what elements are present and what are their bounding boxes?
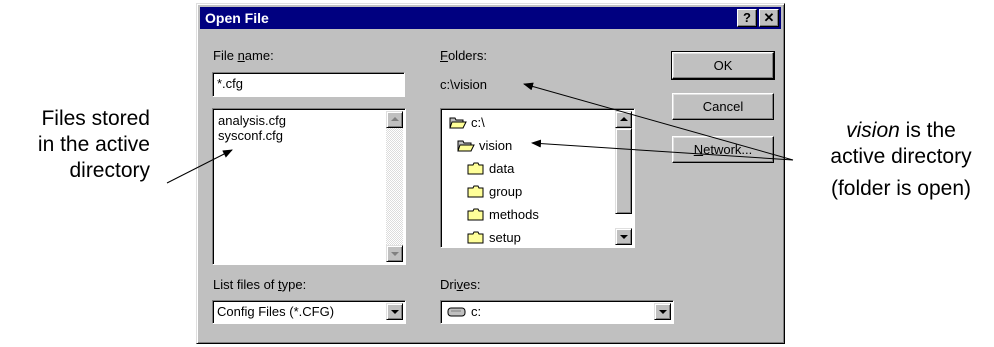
button-text: etwork... xyxy=(703,142,753,157)
chevron-down-icon xyxy=(620,235,628,239)
annotation-italic-word: vision xyxy=(846,119,900,142)
folder-icon xyxy=(467,208,484,221)
close-button[interactable]: ✕ xyxy=(759,9,779,27)
list-item[interactable]: sysconf.cfg xyxy=(218,128,283,143)
folder-name: c:\ xyxy=(471,115,485,130)
folder-icon xyxy=(467,231,484,244)
title-bar[interactable]: Open File ? ✕ xyxy=(200,7,781,29)
folder-name: setup xyxy=(489,230,521,245)
file-name-label: File name: xyxy=(213,48,274,63)
folder-name: methods xyxy=(489,207,539,222)
open-folder-icon xyxy=(457,140,475,152)
drives-dropdown-button[interactable] xyxy=(654,303,671,320)
dialog-title: Open File xyxy=(205,10,269,26)
scroll-up-button[interactable] xyxy=(386,111,403,128)
open-folder-icon xyxy=(449,117,467,129)
scroll-down-button[interactable] xyxy=(615,228,632,245)
annotation-line: vision is the xyxy=(808,118,994,144)
file-type-select[interactable]: Config Files (*.CFG) xyxy=(212,300,406,324)
annotation-line: directory xyxy=(69,159,150,182)
open-file-dialog: Open File ? ✕ File name: *.cfg analysis.… xyxy=(196,3,785,344)
ok-button[interactable]: OK xyxy=(671,51,775,80)
label-text: File xyxy=(213,48,238,63)
file-list-scrollbar[interactable] xyxy=(386,111,403,262)
label-accelerator: n xyxy=(237,48,245,63)
folder-icon xyxy=(467,162,484,175)
list-item[interactable]: analysis.cfg xyxy=(218,113,286,128)
file-type-value: Config Files (*.CFG) xyxy=(217,304,335,319)
folder-icon xyxy=(467,185,484,198)
annotation-line: in the active xyxy=(37,133,150,156)
label-text: ame: xyxy=(244,48,274,63)
folder-name: data xyxy=(489,161,515,176)
hard-drive-icon xyxy=(447,307,466,317)
chevron-up-icon xyxy=(391,117,399,121)
scroll-thumb[interactable] xyxy=(615,128,632,214)
label-text: olders: xyxy=(447,48,487,63)
folder-name: vision xyxy=(479,138,513,153)
folders-label: Folders: xyxy=(440,48,487,63)
label-accelerator: F xyxy=(440,48,448,63)
drive-value: c: xyxy=(471,304,482,319)
file-type-label: List files of type: xyxy=(213,277,306,292)
annotation-line: Files stored xyxy=(41,107,150,130)
cancel-button[interactable]: Cancel xyxy=(672,93,774,120)
label-text: es: xyxy=(463,277,481,292)
label-text: Dri xyxy=(440,277,457,292)
current-folder-path: c:\vision xyxy=(440,77,487,92)
annotation-active-directory: vision is the active directory (folder i… xyxy=(808,118,994,202)
chevron-down-icon xyxy=(659,310,667,314)
drives-label: Drives: xyxy=(440,277,480,292)
annotation-line: (folder is open) xyxy=(830,177,972,200)
chevron-down-icon xyxy=(391,310,399,314)
folder-tree[interactable]: c:\ vision data group methods setup xyxy=(440,108,635,248)
help-button[interactable]: ? xyxy=(737,9,757,27)
annotation-line: active directory xyxy=(830,145,972,168)
folder-name: group xyxy=(489,184,523,199)
scroll-down-button[interactable] xyxy=(386,245,403,262)
file-type-dropdown-button[interactable] xyxy=(386,303,403,320)
label-text: List files of xyxy=(213,277,279,292)
chevron-down-icon xyxy=(391,252,399,256)
network-button[interactable]: Network... xyxy=(672,136,774,163)
scroll-up-button[interactable] xyxy=(615,111,632,128)
file-name-input[interactable]: *.cfg xyxy=(212,72,405,97)
file-list[interactable]: analysis.cfg sysconf.cfg xyxy=(212,108,406,265)
drives-select[interactable]: c: xyxy=(440,300,674,324)
label-text: ype: xyxy=(281,277,307,292)
chevron-up-icon xyxy=(620,117,628,121)
button-accelerator: N xyxy=(693,142,704,157)
annotation-text: is the xyxy=(899,119,956,142)
scroll-track[interactable] xyxy=(386,128,403,245)
annotation-files-stored: Files stored in the active directory xyxy=(0,106,150,184)
folder-tree-scrollbar[interactable] xyxy=(615,111,632,245)
